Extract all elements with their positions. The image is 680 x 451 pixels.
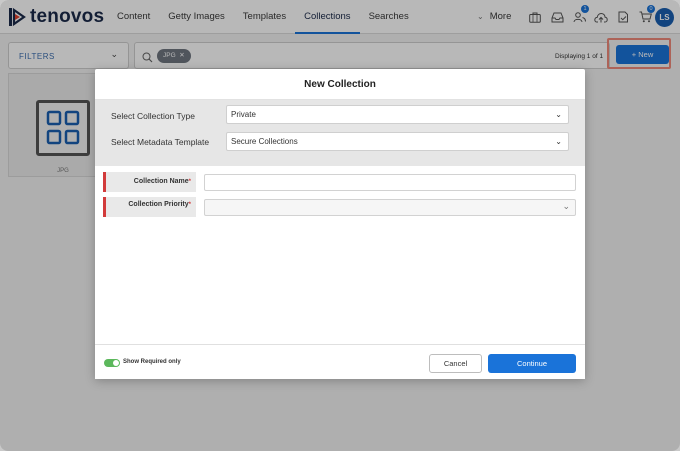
collection-name-input[interactable] [204, 174, 576, 191]
collection-type-label: Select Collection Type [111, 111, 195, 121]
app-window: tenovos Content Getty Images Templates C… [0, 0, 680, 451]
show-required-label: Show Required only [123, 359, 181, 365]
chevron-down-icon: ⌄ [562, 201, 570, 211]
collection-name-label-text: Collection Name [133, 178, 189, 185]
modal-title: New Collection [95, 69, 585, 100]
metadata-template-value: Secure Collections [231, 137, 298, 146]
show-required-toggle[interactable] [104, 359, 120, 367]
toggle-knob [113, 360, 119, 366]
collection-priority-label: Collection Priority* [103, 197, 196, 217]
collection-priority-select[interactable]: ⌄ [204, 199, 576, 216]
collection-name-label: Collection Name* [103, 172, 196, 192]
required-marker: * [188, 202, 191, 208]
required-marker: * [188, 179, 191, 185]
collection-type-value: Private [231, 110, 256, 119]
chevron-down-icon: ⌄ [555, 110, 562, 119]
collection-type-select[interactable]: Private ⌄ [226, 105, 569, 124]
collection-priority-label-text: Collection Priority [128, 201, 189, 208]
metadata-template-label: Select Metadata Template [111, 137, 210, 147]
new-collection-modal: New Collection Select Collection Type Pr… [95, 69, 585, 379]
collection-form: Collection Name* Collection Priority* ⌄ [95, 166, 585, 346]
modal-footer: Show Required only Cancel Continue [95, 344, 585, 379]
metadata-template-select[interactable]: Secure Collections ⌄ [226, 132, 569, 151]
cancel-button[interactable]: Cancel [429, 354, 482, 373]
chevron-down-icon: ⌄ [555, 137, 562, 146]
continue-button[interactable]: Continue [488, 354, 576, 373]
